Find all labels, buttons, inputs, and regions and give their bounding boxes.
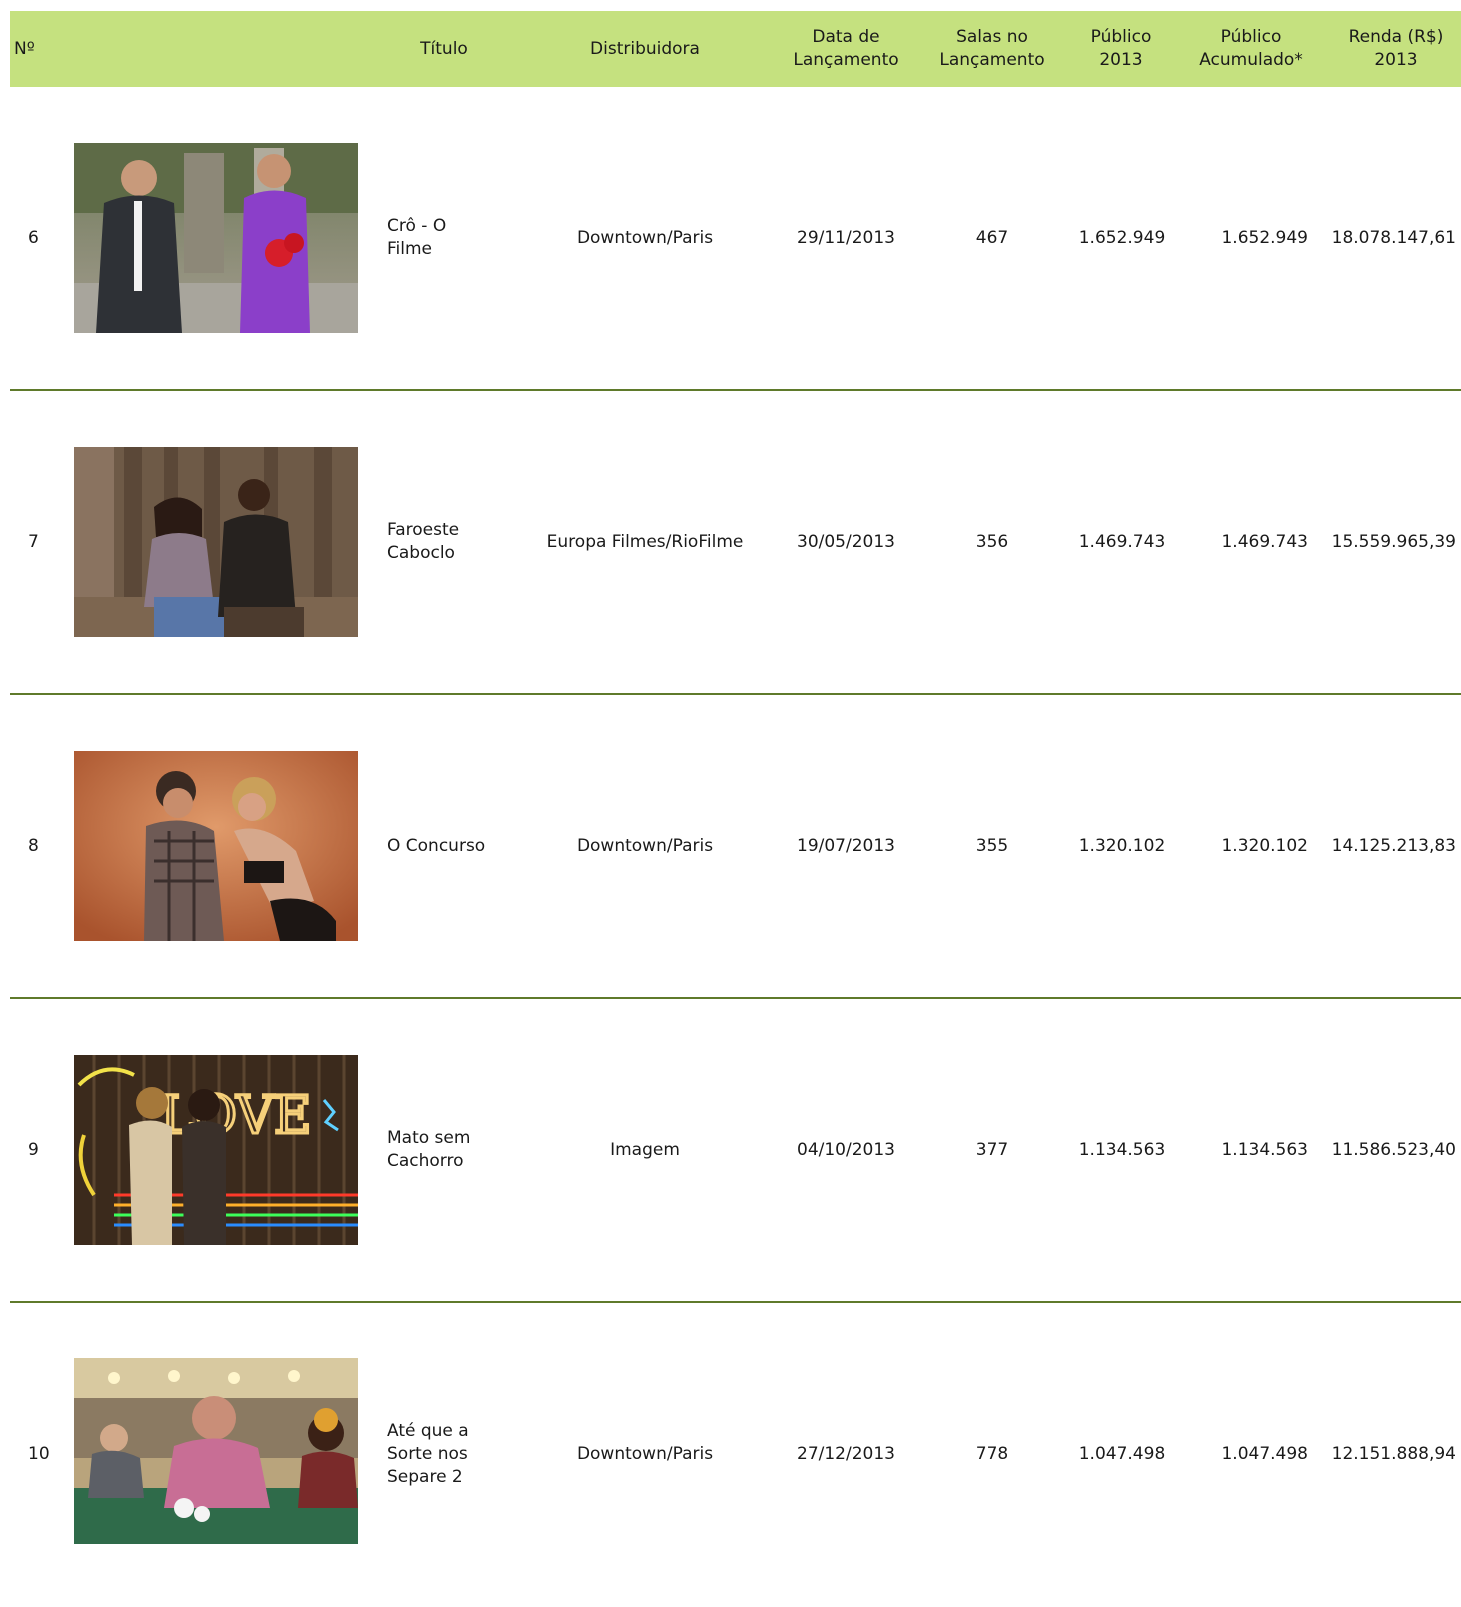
salas: 778 — [975, 1443, 1009, 1464]
film-still-image — [74, 143, 358, 333]
salas: 356 — [975, 531, 1009, 552]
publico-acumulado: 1.469.743 — [1221, 531, 1308, 552]
distribuidora: Imagem — [610, 1139, 680, 1160]
renda: 15.559.965,39 — [1331, 531, 1456, 552]
film-still-image — [74, 447, 358, 637]
film-still-image — [74, 751, 358, 941]
row-number: 9 — [28, 1139, 39, 1160]
data-lancamento: 04/10/2013 — [797, 1139, 895, 1160]
film-still-image: LOVE — [74, 1055, 358, 1245]
header-num: Nº — [14, 38, 35, 59]
distribuidora: Downtown/Paris — [576, 227, 714, 248]
publico-acumulado: 1.134.563 — [1221, 1139, 1308, 1160]
table-header: Nº Título Distribuidora Data de Lançamen… — [10, 11, 1461, 87]
film-still-image — [74, 1358, 358, 1544]
salas: 467 — [975, 227, 1009, 248]
table-row: 6 Crô - O Filme Downtown/Paris 29/11/201 — [0, 87, 1461, 391]
publico-acumulado: 1.652.949 — [1221, 227, 1308, 248]
header-publico-acumulado: Público Acumulado* — [1199, 27, 1303, 70]
publico-2013: 1.652.949 — [1078, 227, 1166, 248]
renda: 14.125.213,83 — [1331, 835, 1456, 856]
table-row: 9 LOVE Mato sem Cachorro Imagem 04/10/20… — [0, 999, 1461, 1303]
publico-2013: 1.320.102 — [1078, 835, 1166, 856]
data-lancamento: 29/11/2013 — [797, 227, 895, 248]
row-number: 6 — [28, 227, 39, 248]
salas: 355 — [975, 835, 1009, 856]
film-title: Mato sem Cachorro — [387, 1128, 471, 1171]
header-renda: Renda (R$) 2013 — [1348, 27, 1444, 70]
row-number: 7 — [28, 531, 39, 552]
publico-acumulado: 1.047.498 — [1221, 1443, 1308, 1464]
publico-acumulado: 1.320.102 — [1221, 835, 1308, 856]
header-titulo: Título — [420, 38, 468, 59]
film-title: O Concurso — [387, 835, 486, 856]
data-lancamento: 19/07/2013 — [797, 835, 895, 856]
table-row: 8 O Concurso Downtown/Paris 19/07/2013 3… — [0, 695, 1461, 999]
header-salas: Salas no Lançamento — [939, 27, 1045, 70]
distribuidora: Downtown/Paris — [576, 835, 714, 856]
header-distribuidora: Distribuidora — [590, 38, 700, 59]
table-row: 10 Até que a Sorte nos Separe 2 Downtown… — [0, 1303, 1461, 1607]
film-title: Crô - O Filme — [387, 216, 447, 259]
distribuidora: Downtown/Paris — [576, 1443, 714, 1464]
header-publico-2013: Público 2013 — [1090, 27, 1152, 70]
renda: 18.078.147,61 — [1331, 227, 1456, 248]
data-lancamento: 27/12/2013 — [797, 1443, 895, 1464]
publico-2013: 1.134.563 — [1078, 1139, 1166, 1160]
renda: 12.151.888,94 — [1331, 1443, 1456, 1464]
row-number: 8 — [28, 835, 39, 856]
row-number: 10 — [28, 1443, 50, 1464]
publico-2013: 1.469.743 — [1078, 531, 1166, 552]
table-row: 7 Faroeste Caboclo Europa Filmes/RioFilm… — [0, 391, 1461, 695]
film-title: Até que a Sorte nos Separe 2 — [387, 1421, 469, 1487]
salas: 377 — [975, 1139, 1009, 1160]
header-data-lancamento: Data de Lançamento — [793, 27, 899, 70]
renda: 11.586.523,40 — [1331, 1139, 1456, 1160]
distribuidora: Europa Filmes/RioFilme — [546, 531, 744, 552]
publico-2013: 1.047.498 — [1078, 1443, 1166, 1464]
data-lancamento: 30/05/2013 — [797, 531, 895, 552]
film-title: Faroeste Caboclo — [387, 520, 460, 563]
